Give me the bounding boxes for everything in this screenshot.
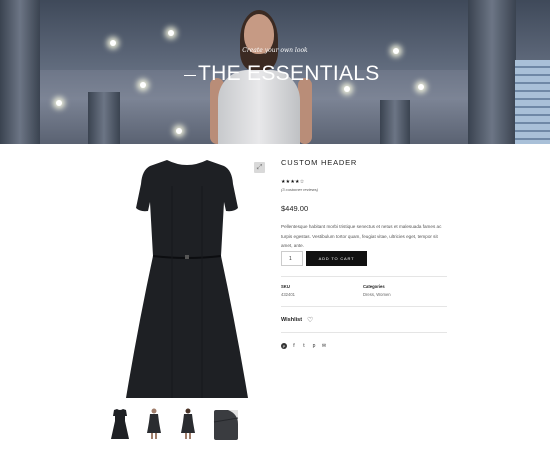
divider [281, 306, 447, 307]
hero-pillar [468, 0, 516, 144]
ceiling-light [110, 40, 116, 46]
thumbnail-model-front[interactable] [142, 408, 166, 440]
ceiling-light [140, 82, 146, 88]
thumbnail-fabric-detail[interactable] [210, 408, 242, 440]
ceiling-light [56, 100, 62, 106]
hero-subtitle: Create your own look [242, 47, 308, 54]
social-share: P f t p ✉ [281, 343, 327, 349]
pinterest-icon[interactable]: P [281, 343, 287, 349]
pinterest-p-icon[interactable]: p [311, 343, 317, 349]
zoom-icon[interactable]: ⤢ [254, 162, 265, 173]
hero-title: THE ESSENTIALS [198, 62, 380, 85]
wishlist-label: Wishlist [281, 317, 303, 323]
categories-label: Categories [363, 284, 385, 289]
wishlist-button[interactable]: Wishlist ♡ [281, 316, 313, 324]
product-main-image[interactable] [112, 156, 262, 402]
hero-pillar [0, 0, 40, 144]
product-title: CUSTOM HEADER [281, 158, 358, 167]
sku-label: SKU [281, 284, 290, 289]
quantity-input[interactable]: 1 [281, 251, 303, 266]
thumbnail-model-back[interactable] [176, 408, 200, 440]
heart-icon: ♡ [307, 317, 314, 324]
categories-value[interactable]: Dress, Women [363, 292, 391, 297]
rating-stars: ★★★★☆ [281, 179, 305, 185]
thumbnail-front[interactable] [108, 408, 132, 440]
twitter-icon[interactable]: t [301, 343, 307, 349]
hero-dash [184, 75, 196, 76]
hero-window [515, 60, 550, 144]
add-to-cart-row: 1 ADD TO CART [281, 251, 367, 266]
ceiling-light [418, 84, 424, 90]
ceiling-light [344, 86, 350, 92]
thumbnail-strip [108, 408, 242, 440]
facebook-icon[interactable]: f [291, 343, 297, 349]
divider [281, 276, 447, 277]
hero-pillar [88, 92, 120, 144]
product-price: $449.00 [281, 204, 309, 213]
hero-banner: Create your own look THE ESSENTIALS [0, 0, 550, 144]
email-icon[interactable]: ✉ [321, 343, 327, 349]
product-details: CUSTOM HEADER ★★★★☆ (3 customer reviews)… [281, 156, 447, 349]
sku-value: 432401 [281, 292, 295, 297]
review-count-link[interactable]: (3 customer reviews) [281, 187, 447, 192]
hero-pillar [380, 100, 410, 144]
ceiling-light [176, 128, 182, 134]
model-arm [298, 78, 312, 144]
ceiling-light [168, 30, 174, 36]
divider [281, 332, 447, 333]
belt-buckle [185, 255, 189, 259]
product-description: Pellentesque habitant morbi tristique se… [281, 224, 442, 248]
add-to-cart-button[interactable]: ADD TO CART [306, 251, 367, 266]
dress-shape [126, 160, 248, 398]
